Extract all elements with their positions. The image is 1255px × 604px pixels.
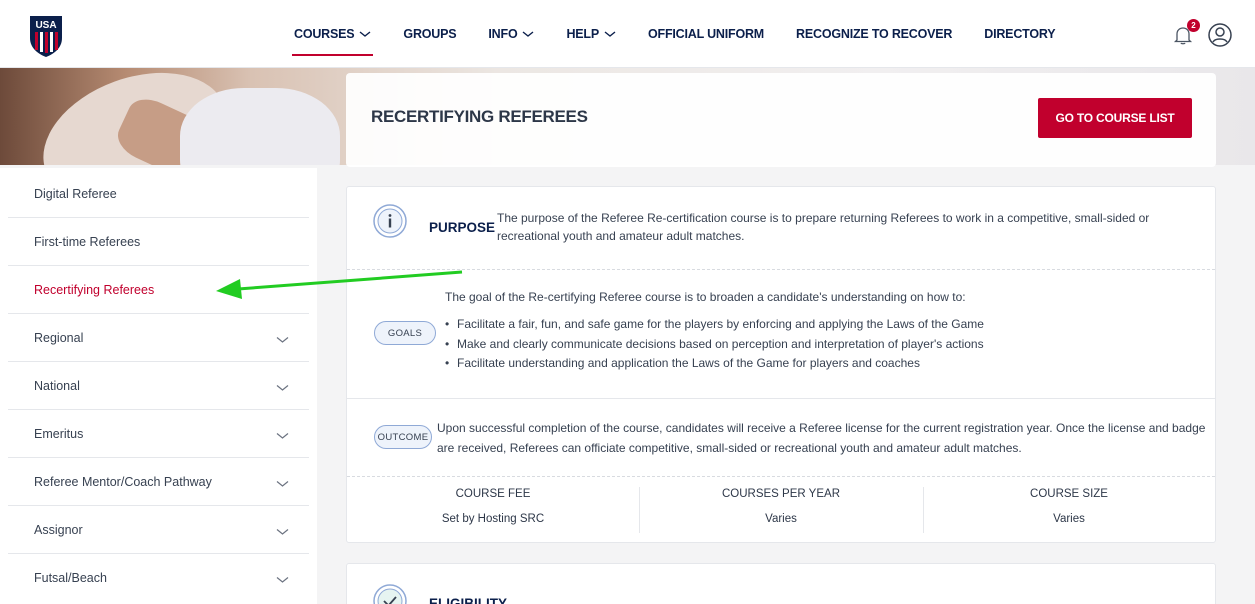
- course-stats: COURSE FEE Set by Hosting SRC COURSES PE…: [347, 477, 1215, 543]
- section-divider: [347, 269, 1215, 270]
- stat-label: COURSES PER YEAR: [721, 488, 840, 500]
- user-icon[interactable]: [1207, 22, 1233, 48]
- nav-label: INFO: [488, 27, 518, 41]
- sidebar: Digital Referee First-time Referees Rece…: [0, 168, 317, 604]
- sidebar-item-label: Recertifying Referees: [34, 282, 155, 297]
- chevron-down-icon: [276, 481, 289, 487]
- nav-groups[interactable]: GROUPS: [403, 0, 456, 68]
- list-item: Facilitate a fair, fun, and safe game fo…: [445, 315, 984, 335]
- chevron-down-icon: [276, 385, 289, 391]
- stat-value: Varies: [1053, 513, 1085, 525]
- eligibility-card: ELIGIBILITY: [346, 563, 1216, 604]
- course-details-card: PURPOSE The purpose of the Referee Re-ce…: [346, 186, 1216, 543]
- sidebar-item-first-time-referees[interactable]: First-time Referees: [8, 218, 309, 266]
- sidebar-item-label: National: [34, 378, 80, 393]
- outcome-text: Upon successful completion of the course…: [437, 421, 1206, 455]
- goals-list: Facilitate a fair, fun, and safe game fo…: [445, 315, 984, 374]
- sidebar-item-digital-referee[interactable]: Digital Referee: [8, 170, 309, 218]
- stat-courses-per-year: COURSES PER YEAR Varies: [639, 477, 923, 543]
- notifications-button[interactable]: 2: [1171, 19, 1200, 47]
- section-divider: [347, 398, 1215, 399]
- nav-label: GROUPS: [403, 27, 457, 41]
- sidebar-item-futsal-beach[interactable]: Futsal/Beach: [8, 554, 309, 602]
- logo-text: USA: [35, 20, 56, 31]
- stat-value: Varies: [765, 513, 797, 525]
- usa-soccer-logo[interactable]: USA: [28, 14, 64, 58]
- nav-info[interactable]: INFO: [488, 0, 534, 68]
- sidebar-item-label: Referee Mentor/Coach Pathway: [34, 474, 212, 489]
- list-item: Make and clearly communicate decisions b…: [445, 335, 984, 355]
- nav-label: RECOGNIZE TO RECOVER: [796, 27, 953, 41]
- sidebar-item-label: Futsal/Beach: [34, 571, 107, 585]
- sidebar-item-label: Emeritus: [34, 426, 84, 441]
- chevron-down-icon: [276, 337, 289, 343]
- outcome-pill: OUTCOME: [374, 425, 432, 449]
- top-header: USA COURSES GROUPS INFO HELP OFFICIAL UN…: [0, 0, 1255, 68]
- nav-official-uniform[interactable]: OFFICIAL UNIFORM: [648, 0, 764, 68]
- stat-label: COURSE SIZE: [1030, 488, 1108, 500]
- sidebar-item-referee-mentor-coach-pathway[interactable]: Referee Mentor/Coach Pathway: [8, 458, 309, 506]
- sidebar-item-emeritus[interactable]: Emeritus: [8, 410, 309, 458]
- nav-label: COURSES: [294, 27, 355, 41]
- nav-label: HELP: [566, 27, 600, 41]
- stat-course-size: COURSE SIZE Varies: [923, 477, 1215, 543]
- nav-recognize-to-recover[interactable]: RECOGNIZE TO RECOVER: [796, 0, 952, 68]
- sidebar-item-label: Assignor: [34, 522, 83, 537]
- purpose-label: PURPOSE: [429, 220, 496, 235]
- chevron-down-icon: [523, 31, 534, 37]
- sidebar-item-label: Regional: [34, 330, 84, 345]
- nav-courses[interactable]: COURSES: [291, 0, 374, 68]
- chevron-down-icon: [276, 577, 289, 583]
- sidebar-item-assignor[interactable]: Assignor: [8, 506, 309, 554]
- sidebar-item-recertifying-referees[interactable]: Recertifying Referees: [8, 266, 309, 314]
- eligibility-label: ELIGIBILITY: [429, 596, 508, 604]
- header-actions: 2: [1171, 19, 1233, 48]
- stat-value: Set by Hosting SRC: [441, 513, 545, 525]
- info-icon: [373, 204, 407, 238]
- chevron-down-icon: [359, 31, 371, 37]
- nav-help[interactable]: HELP: [566, 0, 616, 68]
- nav-label: DIRECTORY: [984, 27, 1056, 41]
- purpose-text: The purpose of the Referee Re-certificat…: [497, 211, 1150, 243]
- go-to-course-list-button[interactable]: GO TO COURSE LIST: [1038, 98, 1192, 138]
- list-item: Facilitate understanding and application…: [445, 354, 984, 374]
- sidebar-item-regional[interactable]: Regional: [8, 314, 309, 362]
- notification-badge: 2: [1187, 19, 1200, 32]
- page-title-card: RECERTIFYING REFEREES GO TO COURSE LIST: [346, 73, 1216, 167]
- hero-photo-shape: [180, 88, 340, 165]
- page-title: RECERTIFYING REFEREES: [371, 107, 588, 126]
- nav-label: OFFICIAL UNIFORM: [648, 27, 765, 41]
- sidebar-item-label: First-time Referees: [34, 234, 141, 249]
- check-icon: [373, 584, 407, 604]
- sidebar-item-label: Digital Referee: [34, 186, 117, 201]
- chevron-down-icon: [276, 529, 289, 535]
- goals-intro: The goal of the Re-certifying Referee co…: [445, 290, 966, 304]
- stat-course-fee: COURSE FEE Set by Hosting SRC: [347, 477, 639, 543]
- goals-pill: GOALS: [374, 321, 436, 345]
- sidebar-item-national[interactable]: National: [8, 362, 309, 410]
- chevron-down-icon: [276, 433, 289, 439]
- main-nav: COURSES GROUPS INFO HELP OFFICIAL UNIFOR…: [291, 0, 1087, 68]
- nav-directory[interactable]: DIRECTORY: [984, 0, 1055, 68]
- stat-label: COURSE FEE: [455, 488, 531, 500]
- chevron-down-icon: [604, 31, 616, 37]
